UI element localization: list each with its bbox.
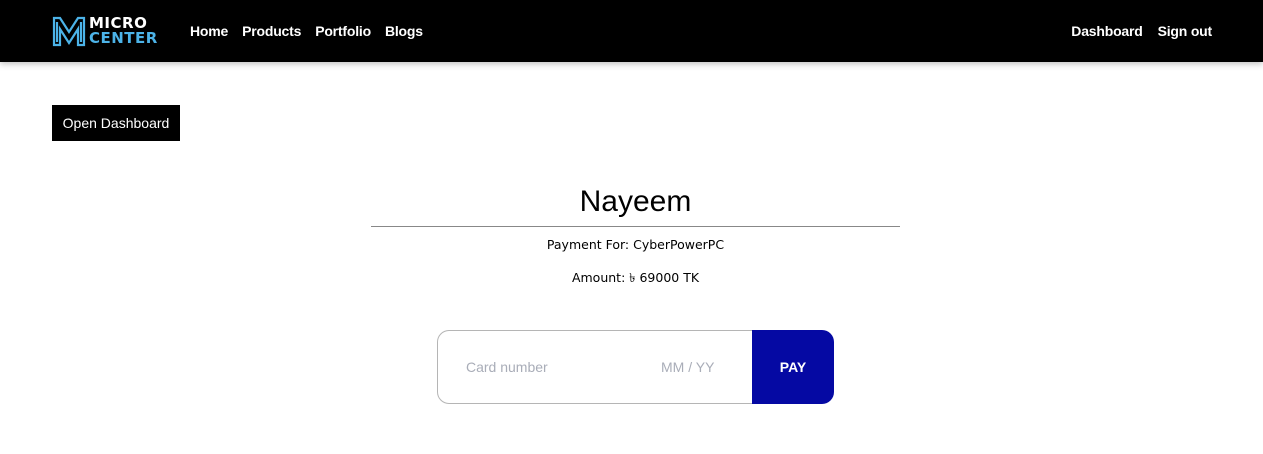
primary-nav: Home Products Portfolio Blogs xyxy=(190,22,423,40)
account-nav: Dashboard Sign out xyxy=(1071,22,1212,40)
open-dashboard-button[interactable]: Open Dashboard xyxy=(52,105,180,141)
payee-name: Nayeem xyxy=(371,180,900,227)
brand-logo[interactable]: MICRO CENTER xyxy=(52,15,158,47)
payment-for-text: Payment For: CyberPowerPC xyxy=(546,237,725,252)
pay-button[interactable]: PAY xyxy=(752,330,834,404)
m-logo-icon xyxy=(52,16,86,47)
amount-text: Amount: ৳ 69000 TK xyxy=(571,270,700,285)
nav-blogs[interactable]: Blogs xyxy=(385,22,423,40)
nav-home[interactable]: Home xyxy=(190,22,228,40)
card-element xyxy=(437,330,753,404)
nav-products[interactable]: Products xyxy=(242,22,301,40)
brand-line2: CENTER xyxy=(89,29,158,47)
nav-portfolio[interactable]: Portfolio xyxy=(315,22,371,40)
nav-sign-out[interactable]: Sign out xyxy=(1158,22,1213,40)
card-number-input[interactable] xyxy=(466,359,646,375)
card-expiry-input[interactable] xyxy=(661,359,741,375)
navbar: MICRO CENTER Home Products Portfolio Blo… xyxy=(0,0,1263,62)
nav-dashboard[interactable]: Dashboard xyxy=(1071,22,1143,40)
